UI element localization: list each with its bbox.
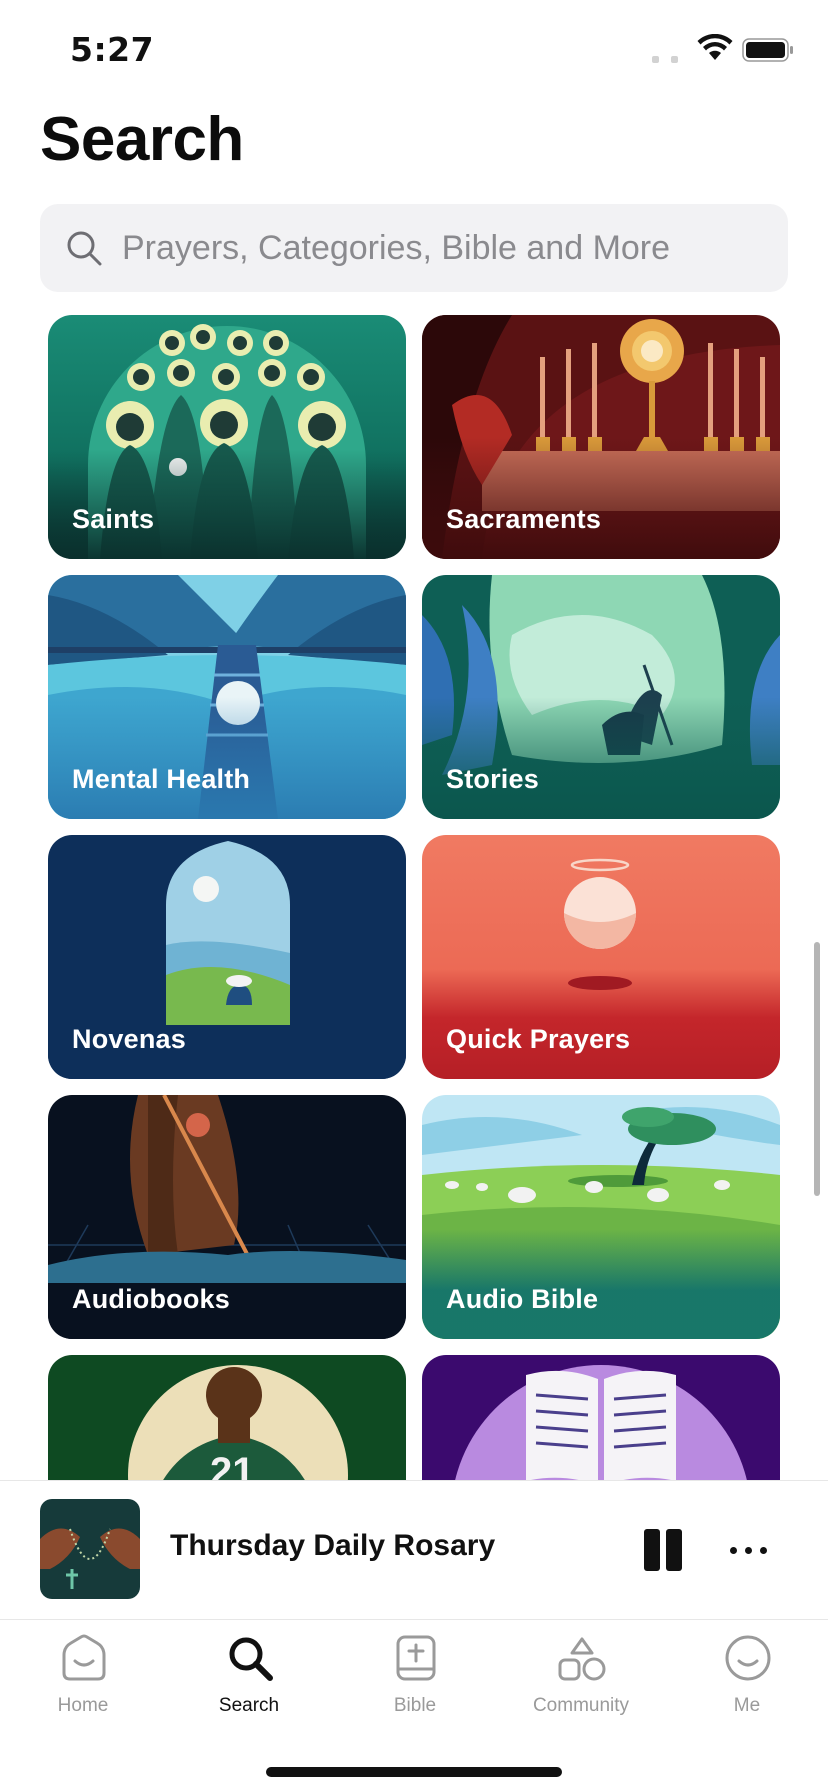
open-bible-illustration: [422, 1355, 780, 1480]
more-options-button[interactable]: [728, 1535, 768, 1565]
category-label: Quick Prayers: [446, 1024, 631, 1054]
bible-icon: [396, 1635, 436, 1681]
home-icon: [62, 1634, 106, 1681]
wifi-icon: [697, 34, 733, 60]
me-icon: [725, 1635, 771, 1681]
status-bar: 5:27: [0, 0, 828, 100]
search-icon: [67, 231, 102, 266]
athlete-illustration: 21: [48, 1355, 406, 1480]
search-icon: [229, 1637, 273, 1681]
category-card-audio-bible[interactable]: Audio Bible: [422, 1095, 780, 1339]
tab-label: Search: [218, 1695, 280, 1716]
category-label: Audio Bible: [446, 1284, 599, 1314]
tab-home[interactable]: Home: [0, 1621, 166, 1731]
search-input[interactable]: [122, 204, 762, 292]
status-time: 5:27: [70, 30, 155, 69]
category-card-quick-prayers[interactable]: Quick Prayers: [422, 835, 780, 1079]
category-card-mental-health[interactable]: Mental Health: [48, 575, 406, 819]
search-bar[interactable]: [40, 204, 788, 292]
category-card-bible-reading[interactable]: [422, 1355, 780, 1480]
category-card-audiobooks[interactable]: Audiobooks: [48, 1095, 406, 1339]
now-playing-artwork: [40, 1499, 140, 1599]
pause-button[interactable]: [640, 1529, 684, 1573]
category-card-stories[interactable]: Stories: [422, 575, 780, 819]
now-playing-title: Thursday Daily Rosary: [170, 1529, 496, 1562]
tab-label: Home: [57, 1695, 109, 1716]
tab-search[interactable]: Search: [166, 1621, 332, 1731]
category-card-sacraments[interactable]: Sacraments: [422, 315, 780, 559]
category-label: Sacraments: [446, 504, 602, 534]
category-label: Audiobooks: [72, 1284, 230, 1314]
community-icon: [558, 1637, 606, 1681]
home-indicator[interactable]: [266, 1767, 562, 1777]
tab-label: Me: [733, 1695, 761, 1716]
category-card-novenas[interactable]: Novenas: [48, 835, 406, 1079]
category-card-athlete[interactable]: 21: [48, 1355, 406, 1480]
jersey-number: 21: [210, 1450, 255, 1480]
tab-label: Community: [532, 1695, 630, 1716]
category-card-saints[interactable]: Saints: [48, 315, 406, 559]
tab-bible[interactable]: Bible: [332, 1621, 498, 1731]
scrollbar[interactable]: [814, 942, 820, 1196]
now-playing-bar[interactable]: Thursday Daily Rosary: [0, 1480, 828, 1620]
page-title: Search: [40, 105, 244, 174]
tab-community[interactable]: Community: [498, 1621, 664, 1731]
category-label: Stories: [446, 764, 539, 794]
signal-dots-icon: [652, 50, 690, 68]
category-label: Novenas: [72, 1024, 186, 1054]
category-grid: Saints Sacraments Mental Health Stories …: [0, 312, 828, 1480]
battery-icon: [742, 38, 793, 62]
category-label: Saints: [72, 504, 155, 534]
tab-label: Bible: [393, 1695, 437, 1716]
tab-me[interactable]: Me: [664, 1621, 828, 1731]
category-label: Mental Health: [72, 764, 251, 794]
